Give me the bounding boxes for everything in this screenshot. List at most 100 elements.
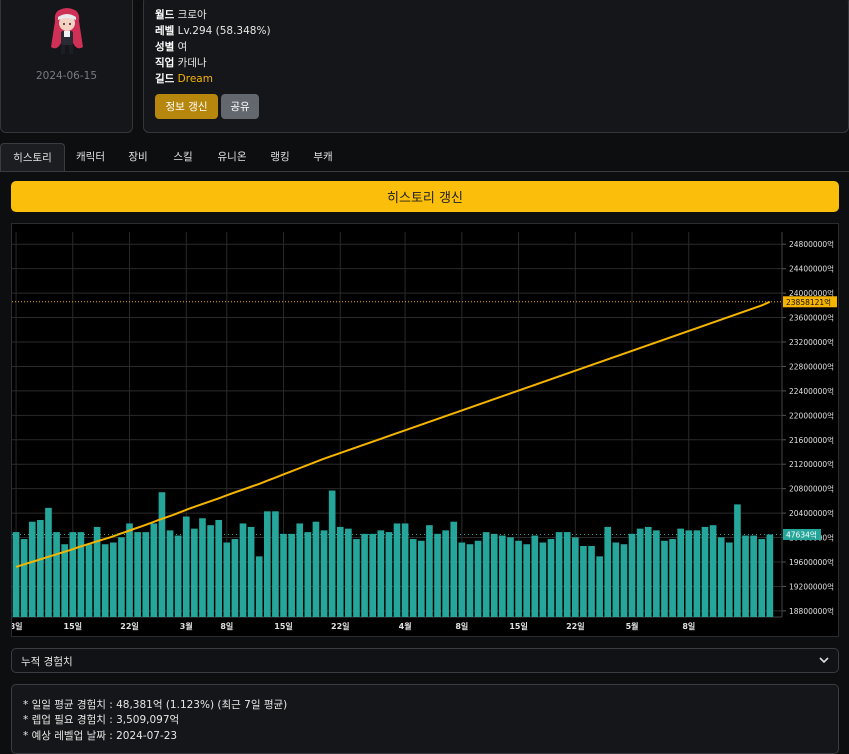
exp-bar	[118, 537, 125, 617]
tab-sub-character[interactable]: 부캐	[303, 143, 343, 171]
exp-bar	[393, 523, 401, 617]
exp-bar	[191, 528, 198, 617]
history-update-button[interactable]: 히스토리 갱신	[11, 181, 839, 212]
exp-bar	[620, 544, 628, 617]
gender-row: 성별 여	[155, 39, 187, 54]
exp-bar	[490, 533, 498, 617]
exp-bar	[596, 556, 603, 617]
tab-divider	[0, 171, 849, 172]
exp-bar	[685, 530, 693, 617]
tab-skill[interactable]: 스킬	[163, 143, 203, 171]
exp-bar	[458, 542, 466, 617]
exp-bar	[199, 518, 206, 617]
exp-bar	[644, 526, 652, 617]
gender-value: 여	[177, 41, 188, 53]
exp-bar	[725, 542, 733, 617]
guild-row: 길드 Dream	[155, 71, 213, 86]
world-value: 크로아	[177, 9, 207, 21]
y-tick-label: 19600000억	[789, 558, 834, 567]
exp-bar	[539, 542, 547, 617]
exp-bar	[482, 532, 490, 617]
x-tick-label: 15일	[274, 621, 293, 631]
exp-bar	[588, 545, 595, 617]
exp-bar	[417, 540, 425, 617]
exp-bar	[126, 523, 133, 617]
levelup-date-note: * 예상 레벨업 날짜 : 2024-07-23	[23, 730, 178, 742]
x-tick-label: 22일	[331, 621, 350, 631]
exp-bar	[61, 544, 69, 617]
chart-type-selected: 누적 경험치	[21, 656, 73, 668]
x-tick-label: 8일	[12, 621, 23, 631]
exp-bar	[409, 539, 417, 617]
exp-bar	[320, 530, 328, 617]
exp-bar	[336, 526, 344, 617]
job-row: 직업 카데나	[155, 55, 207, 70]
x-tick-label: 5월	[626, 621, 639, 631]
exp-bar	[12, 532, 20, 617]
update-info-button[interactable]: 정보 갱신	[155, 94, 218, 119]
y-tick-label: 24400000억	[789, 265, 834, 274]
chart-canvas: 18800000억19200000억19600000억20000000억2040…	[10, 232, 837, 631]
exp-bar	[369, 533, 377, 617]
y-tick-label: 22400000억	[789, 387, 834, 396]
tab-history[interactable]: 히스토리	[0, 143, 65, 171]
exp-bar	[555, 532, 563, 617]
exp-bar	[101, 544, 109, 617]
tab-character[interactable]: 캐릭터	[68, 143, 113, 171]
exp-bar	[661, 540, 668, 617]
y-tick-label: 22000000억	[789, 411, 834, 420]
exp-bar	[166, 530, 174, 617]
exp-bar	[604, 526, 612, 617]
tab-bar: 히스토리 캐릭터 장비 스킬 유니온 랭킹 부캐	[0, 143, 849, 171]
y-tick-label: 23600000억	[789, 314, 834, 323]
exp-bar	[28, 521, 36, 617]
character-card: 2024-06-15	[0, 0, 133, 133]
exp-bar	[636, 528, 644, 617]
last-updated-date: 2024-06-15	[35, 70, 98, 82]
exp-bar	[628, 533, 636, 617]
chevron-down-icon	[818, 653, 830, 667]
exp-bar	[515, 540, 522, 617]
tab-ranking[interactable]: 랭킹	[260, 143, 300, 171]
exp-bar	[20, 539, 28, 617]
exp-bar	[499, 535, 506, 617]
x-tick-label: 15일	[509, 621, 528, 631]
exp-bar	[750, 535, 757, 617]
job-value: 카데나	[177, 57, 207, 69]
exp-bar	[434, 533, 441, 617]
tab-equipment[interactable]: 장비	[118, 143, 158, 171]
exp-bar	[709, 525, 717, 617]
x-tick-label: 8일	[455, 621, 468, 631]
exp-bar	[507, 537, 514, 617]
exp-bar	[734, 504, 741, 617]
exp-bar	[563, 532, 571, 617]
y-tick-label: 24800000억	[789, 240, 834, 249]
exp-bar	[677, 528, 685, 617]
y-tick-label: 23200000억	[789, 338, 834, 347]
y-tick-label: 20400000억	[789, 509, 834, 518]
chart-type-select[interactable]: 누적 경험치	[11, 648, 839, 673]
exp-summary: * 일일 평균 경험치 : 48,381억 (1.123%) (최근 7일 평균…	[11, 684, 839, 754]
exp-history-chart[interactable]: 18800000억19200000억19600000억20000000억2040…	[10, 223, 839, 637]
exp-bar	[312, 521, 320, 617]
share-button[interactable]: 공유	[221, 94, 259, 119]
exp-bar	[182, 516, 190, 617]
required-exp-note: * 렙업 필요 경험치 : 3,509,097억	[23, 714, 180, 726]
exp-bar	[758, 539, 766, 617]
exp-bar	[474, 540, 482, 617]
exp-bar	[717, 537, 725, 617]
x-tick-label: 22일	[120, 621, 139, 631]
exp-bar	[701, 526, 709, 617]
exp-bar	[442, 530, 449, 617]
y-tick-label: 18800000억	[789, 607, 834, 616]
exp-bar	[45, 507, 52, 617]
exp-bar	[377, 530, 385, 617]
exp-bar	[223, 542, 231, 617]
exp-bar	[158, 492, 166, 617]
y-tick-label: 20800000억	[789, 485, 834, 494]
last-value-label: 23858121억	[786, 298, 831, 307]
tab-union[interactable]: 유니온	[208, 143, 256, 171]
y-tick-label: 19200000억	[789, 582, 834, 591]
exp-bar	[134, 532, 141, 617]
guild-link[interactable]: Dream	[178, 73, 213, 85]
